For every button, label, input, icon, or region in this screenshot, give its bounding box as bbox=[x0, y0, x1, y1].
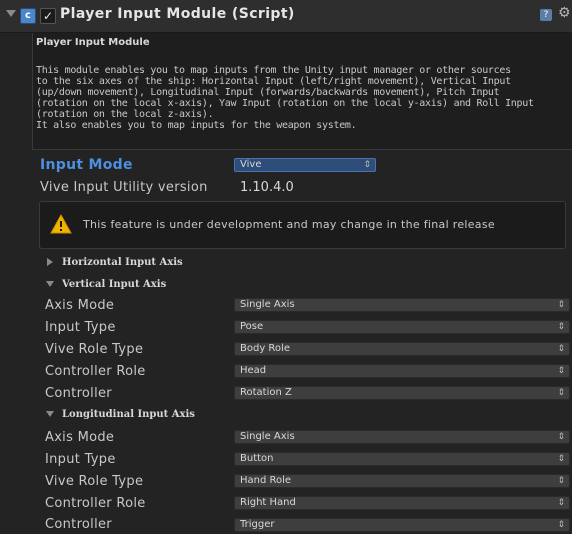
collapse-arrow-icon[interactable] bbox=[6, 10, 16, 17]
longitudinal-input-type-value: Button bbox=[240, 453, 274, 464]
warning-text: This feature is under development and ma… bbox=[83, 218, 495, 231]
dropdown-arrow-icon: ⇕ bbox=[557, 366, 565, 376]
dropdown-arrow-icon: ⇕ bbox=[557, 520, 565, 530]
description-title: Player Input Module bbox=[36, 37, 150, 48]
dropdown-arrow-icon: ⇕ bbox=[557, 498, 565, 508]
vive-version-value: 1.10.4.0 bbox=[240, 180, 294, 195]
vertical-vive-role-type-label: Vive Role Type bbox=[45, 342, 144, 357]
horizontal-section-title[interactable]: Horizontal Input Axis bbox=[62, 257, 183, 268]
vertical-input-type-dropdown[interactable]: Pose ⇕ bbox=[234, 320, 570, 334]
gear-icon[interactable]: ⚙ bbox=[558, 5, 571, 21]
longitudinal-axis-mode-dropdown[interactable]: Single Axis ⇕ bbox=[234, 430, 570, 444]
vertical-vive-role-type-value: Body Role bbox=[240, 343, 290, 354]
collapse-arrow-icon[interactable] bbox=[46, 411, 54, 417]
help-icon[interactable]: ? bbox=[540, 9, 552, 21]
vertical-section-title[interactable]: Vertical Input Axis bbox=[62, 279, 166, 290]
longitudinal-axis-mode-label: Axis Mode bbox=[45, 430, 115, 445]
vertical-controller-role-value: Head bbox=[240, 365, 267, 376]
longitudinal-controller-label: Controller bbox=[45, 517, 112, 532]
vertical-controller-label: Controller bbox=[45, 386, 112, 401]
vertical-controller-dropdown[interactable]: Rotation Z ⇕ bbox=[234, 386, 570, 400]
input-mode-dropdown[interactable]: Vive ⇕ bbox=[234, 158, 376, 172]
input-mode-label: Input Mode bbox=[40, 157, 133, 173]
vertical-input-type-value: Pose bbox=[240, 321, 264, 332]
longitudinal-controller-role-value: Right Hand bbox=[240, 497, 296, 508]
longitudinal-controller-role-label: Controller Role bbox=[45, 496, 146, 511]
vertical-controller-role-dropdown[interactable]: Head ⇕ bbox=[234, 364, 570, 378]
description-text: This module enables you to map inputs fr… bbox=[36, 65, 534, 131]
vive-version-label: Vive Input Utility version bbox=[40, 180, 208, 195]
longitudinal-controller-value: Trigger bbox=[240, 519, 275, 530]
component-title: Player Input Module (Script) bbox=[60, 6, 295, 22]
dropdown-arrow-icon: ⇕ bbox=[363, 160, 371, 170]
dropdown-arrow-icon: ⇕ bbox=[557, 432, 565, 442]
script-icon: c bbox=[20, 8, 36, 24]
vertical-controller-value: Rotation Z bbox=[240, 387, 292, 398]
enabled-checkbox[interactable]: ✓ bbox=[40, 8, 56, 24]
dropdown-arrow-icon: ⇕ bbox=[557, 300, 565, 310]
vertical-axis-mode-label: Axis Mode bbox=[45, 298, 115, 313]
vertical-input-type-label: Input Type bbox=[45, 320, 116, 335]
vertical-controller-role-label: Controller Role bbox=[45, 364, 146, 379]
input-mode-value: Vive bbox=[240, 159, 262, 170]
vertical-vive-role-type-dropdown[interactable]: Body Role ⇕ bbox=[234, 342, 570, 356]
dropdown-arrow-icon: ⇕ bbox=[557, 344, 565, 354]
vertical-axis-mode-dropdown[interactable]: Single Axis ⇕ bbox=[234, 298, 570, 312]
longitudinal-vive-role-type-value: Hand Role bbox=[240, 475, 292, 486]
longitudinal-input-type-label: Input Type bbox=[45, 452, 116, 467]
collapse-arrow-icon[interactable] bbox=[46, 281, 54, 287]
longitudinal-controller-role-dropdown[interactable]: Right Hand ⇕ bbox=[234, 496, 570, 510]
dropdown-arrow-icon: ⇕ bbox=[557, 476, 565, 486]
longitudinal-controller-dropdown[interactable]: Trigger ⇕ bbox=[234, 518, 570, 532]
longitudinal-vive-role-type-dropdown[interactable]: Hand Role ⇕ bbox=[234, 474, 570, 488]
vertical-axis-mode-value: Single Axis bbox=[240, 299, 295, 310]
dropdown-arrow-icon: ⇕ bbox=[557, 322, 565, 332]
longitudinal-section-title[interactable]: Longitudinal Input Axis bbox=[62, 409, 195, 420]
expand-arrow-icon[interactable] bbox=[47, 258, 53, 266]
longitudinal-axis-mode-value: Single Axis bbox=[240, 431, 295, 442]
longitudinal-vive-role-type-label: Vive Role Type bbox=[45, 474, 144, 489]
longitudinal-input-type-dropdown[interactable]: Button ⇕ bbox=[234, 452, 570, 466]
dropdown-arrow-icon: ⇕ bbox=[557, 454, 565, 464]
warning-icon bbox=[50, 214, 72, 234]
dropdown-arrow-icon: ⇕ bbox=[557, 388, 565, 398]
